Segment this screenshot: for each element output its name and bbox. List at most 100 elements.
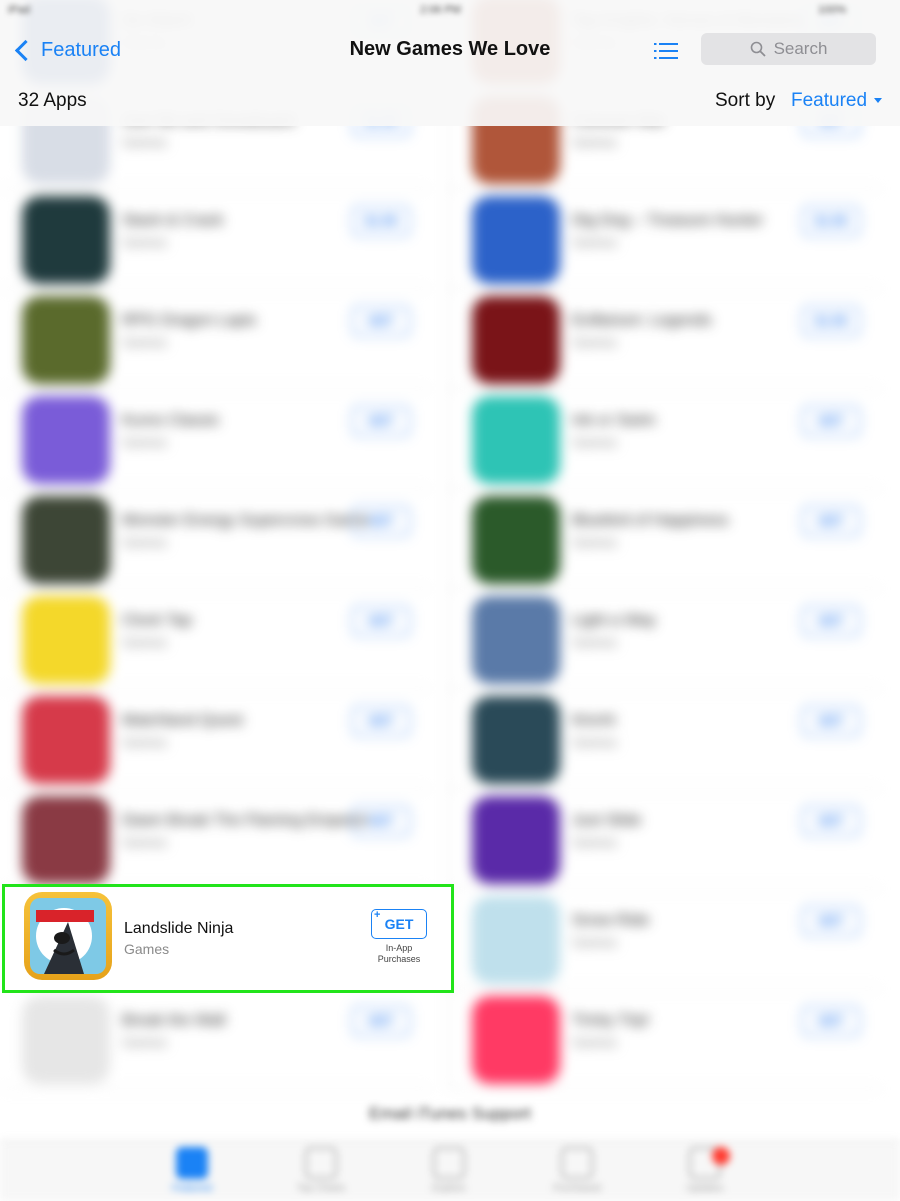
app-category: Games bbox=[572, 534, 618, 550]
app-icon[interactable] bbox=[472, 396, 560, 484]
app-icon[interactable] bbox=[472, 696, 560, 784]
app-category: Games bbox=[572, 934, 618, 950]
app-list-item[interactable]: Snow Ride Games GET bbox=[450, 888, 880, 989]
app-category: Games bbox=[572, 834, 618, 850]
app-icon[interactable] bbox=[22, 596, 110, 684]
app-name[interactable]: RPG Dragon Lapis bbox=[122, 312, 256, 330]
app-name[interactable]: Tricky Trip! bbox=[572, 1012, 650, 1030]
app-name[interactable]: Break the Wall bbox=[122, 1012, 225, 1030]
tab-updates[interactable]: Updates bbox=[670, 1147, 740, 1194]
app-name[interactable]: Dawn Break The Flaming Emperor bbox=[122, 812, 368, 830]
app-icon[interactable] bbox=[472, 796, 560, 884]
highlighted-app-row[interactable]: Landslide Ninja Games + GET In-App Purch… bbox=[2, 884, 454, 993]
app-category: Games bbox=[572, 234, 618, 250]
app-name[interactable]: Stack & Crack bbox=[122, 212, 223, 230]
get-button[interactable]: GET bbox=[352, 1006, 410, 1036]
app-icon[interactable] bbox=[22, 296, 110, 384]
device-label: iPad bbox=[8, 4, 31, 16]
app-list-item[interactable]: Monster Energy Supercross Game Games GET bbox=[0, 488, 430, 589]
app-icon[interactable] bbox=[22, 696, 110, 784]
app-name[interactable]: Kinchi bbox=[572, 712, 616, 730]
app-category: Games bbox=[122, 634, 168, 650]
get-button[interactable]: GET bbox=[802, 706, 860, 736]
get-button[interactable]: GET bbox=[352, 406, 410, 436]
app-name[interactable]: Clock Tap bbox=[122, 612, 192, 630]
search-icon bbox=[750, 41, 766, 57]
app-icon[interactable] bbox=[472, 496, 560, 584]
sort-label: Sort by bbox=[715, 90, 776, 111]
app-list-item[interactable]: Tricky Trip! Games GET bbox=[450, 988, 880, 1089]
tab-featured[interactable]: Featured bbox=[157, 1147, 227, 1194]
email-support-link[interactable]: Email iTunes Support bbox=[0, 1104, 900, 1124]
app-name[interactable]: Bluebird of Happiness bbox=[572, 512, 729, 530]
app-name[interactable]: Light a Way bbox=[572, 612, 656, 630]
app-name[interactable]: Monster Energy Supercross Game bbox=[122, 512, 368, 530]
app-icon[interactable] bbox=[472, 196, 560, 284]
get-button[interactable]: GET bbox=[352, 606, 410, 636]
get-button[interactable]: GET bbox=[802, 906, 860, 936]
tab-top-charts[interactable]: Top Charts bbox=[286, 1147, 356, 1194]
app-category: Games bbox=[572, 134, 618, 150]
app-list-item[interactable]: Kuros Classic Games GET bbox=[0, 388, 430, 489]
get-button[interactable]: GET bbox=[352, 806, 410, 836]
get-button[interactable]: GET bbox=[352, 306, 410, 336]
caret-down-icon[interactable] bbox=[874, 98, 882, 103]
tab-purchased[interactable]: Purchased bbox=[542, 1147, 612, 1194]
app-list-item[interactable]: Bluebird of Happiness Games GET bbox=[450, 488, 880, 589]
app-name[interactable]: Snow Ride bbox=[572, 912, 649, 930]
app-list-item[interactable]: Just Slide Games GET bbox=[450, 788, 880, 889]
app-list-item[interactable]: Light a Way Games GET bbox=[450, 588, 880, 689]
app-list-item[interactable]: Break the Wall Games GET bbox=[0, 988, 430, 1089]
get-button[interactable]: $1.99 bbox=[352, 206, 410, 236]
app-icon[interactable] bbox=[24, 892, 112, 980]
app-list-item[interactable]: Clock Tap Games GET bbox=[0, 588, 430, 689]
list-icon[interactable] bbox=[654, 42, 678, 60]
search-input[interactable]: Search bbox=[701, 33, 876, 65]
app-name[interactable]: Dig Dog – Treasure Hunter bbox=[572, 212, 763, 230]
app-list-item[interactable]: Kinchi Games GET bbox=[450, 688, 880, 789]
app-icon[interactable] bbox=[472, 596, 560, 684]
app-icon[interactable] bbox=[472, 296, 560, 384]
app-icon[interactable] bbox=[472, 896, 560, 984]
get-button[interactable]: GET bbox=[352, 506, 410, 536]
app-icon[interactable] bbox=[22, 796, 110, 884]
get-button[interactable]: GET bbox=[802, 406, 860, 436]
app-name[interactable]: Ink or Swim bbox=[572, 412, 656, 430]
app-name[interactable]: Landslide Ninja bbox=[124, 920, 233, 938]
app-icon[interactable] bbox=[22, 496, 110, 584]
app-name[interactable]: Evillarium: Legends bbox=[572, 312, 712, 330]
tab-icon bbox=[176, 1147, 208, 1179]
app-icon[interactable] bbox=[22, 196, 110, 284]
get-button[interactable]: + GET bbox=[371, 909, 427, 939]
app-name[interactable]: Matchland Quest bbox=[122, 712, 243, 730]
search-placeholder: Search bbox=[773, 39, 828, 58]
app-list-item[interactable]: Dig Dog – Treasure Hunter Games $1.99 bbox=[450, 188, 880, 289]
get-button[interactable]: GET bbox=[802, 606, 860, 636]
get-button[interactable]: $1.99 bbox=[802, 306, 860, 336]
app-name[interactable]: Just Slide bbox=[572, 812, 641, 830]
app-icon[interactable] bbox=[22, 396, 110, 484]
app-category: Games bbox=[572, 634, 618, 650]
get-button[interactable]: $1.99 bbox=[802, 206, 860, 236]
app-list-item[interactable]: RPG Dragon Lapis Games GET bbox=[0, 288, 430, 389]
tab-icon bbox=[433, 1147, 465, 1179]
status-bar: iPad 2:06 PM 100% bbox=[0, 0, 900, 22]
get-button-label: GET bbox=[384, 916, 414, 932]
app-icon[interactable] bbox=[22, 996, 110, 1084]
app-icon[interactable] bbox=[472, 996, 560, 1084]
app-list-item[interactable]: Stack & Crack Games $1.99 bbox=[0, 188, 430, 289]
get-button[interactable]: GET bbox=[802, 806, 860, 836]
app-name[interactable]: Kuros Classic bbox=[122, 412, 220, 430]
app-category: Games bbox=[122, 1034, 168, 1050]
get-button[interactable]: GET bbox=[352, 706, 410, 736]
tab-icon bbox=[561, 1147, 593, 1179]
tab-label: Explore bbox=[432, 1183, 466, 1194]
get-button[interactable]: GET bbox=[802, 1006, 860, 1036]
app-list-item[interactable]: Evillarium: Legends Games $1.99 bbox=[450, 288, 880, 389]
sort-dropdown[interactable]: Featured bbox=[791, 90, 867, 112]
get-button[interactable]: GET bbox=[802, 506, 860, 536]
tab-explore[interactable]: Explore bbox=[414, 1147, 484, 1194]
app-list-item[interactable]: Dawn Break The Flaming Emperor Games GET bbox=[0, 788, 430, 889]
app-list-item[interactable]: Matchland Quest Games GET bbox=[0, 688, 430, 789]
app-list-item[interactable]: Ink or Swim Games GET bbox=[450, 388, 880, 489]
